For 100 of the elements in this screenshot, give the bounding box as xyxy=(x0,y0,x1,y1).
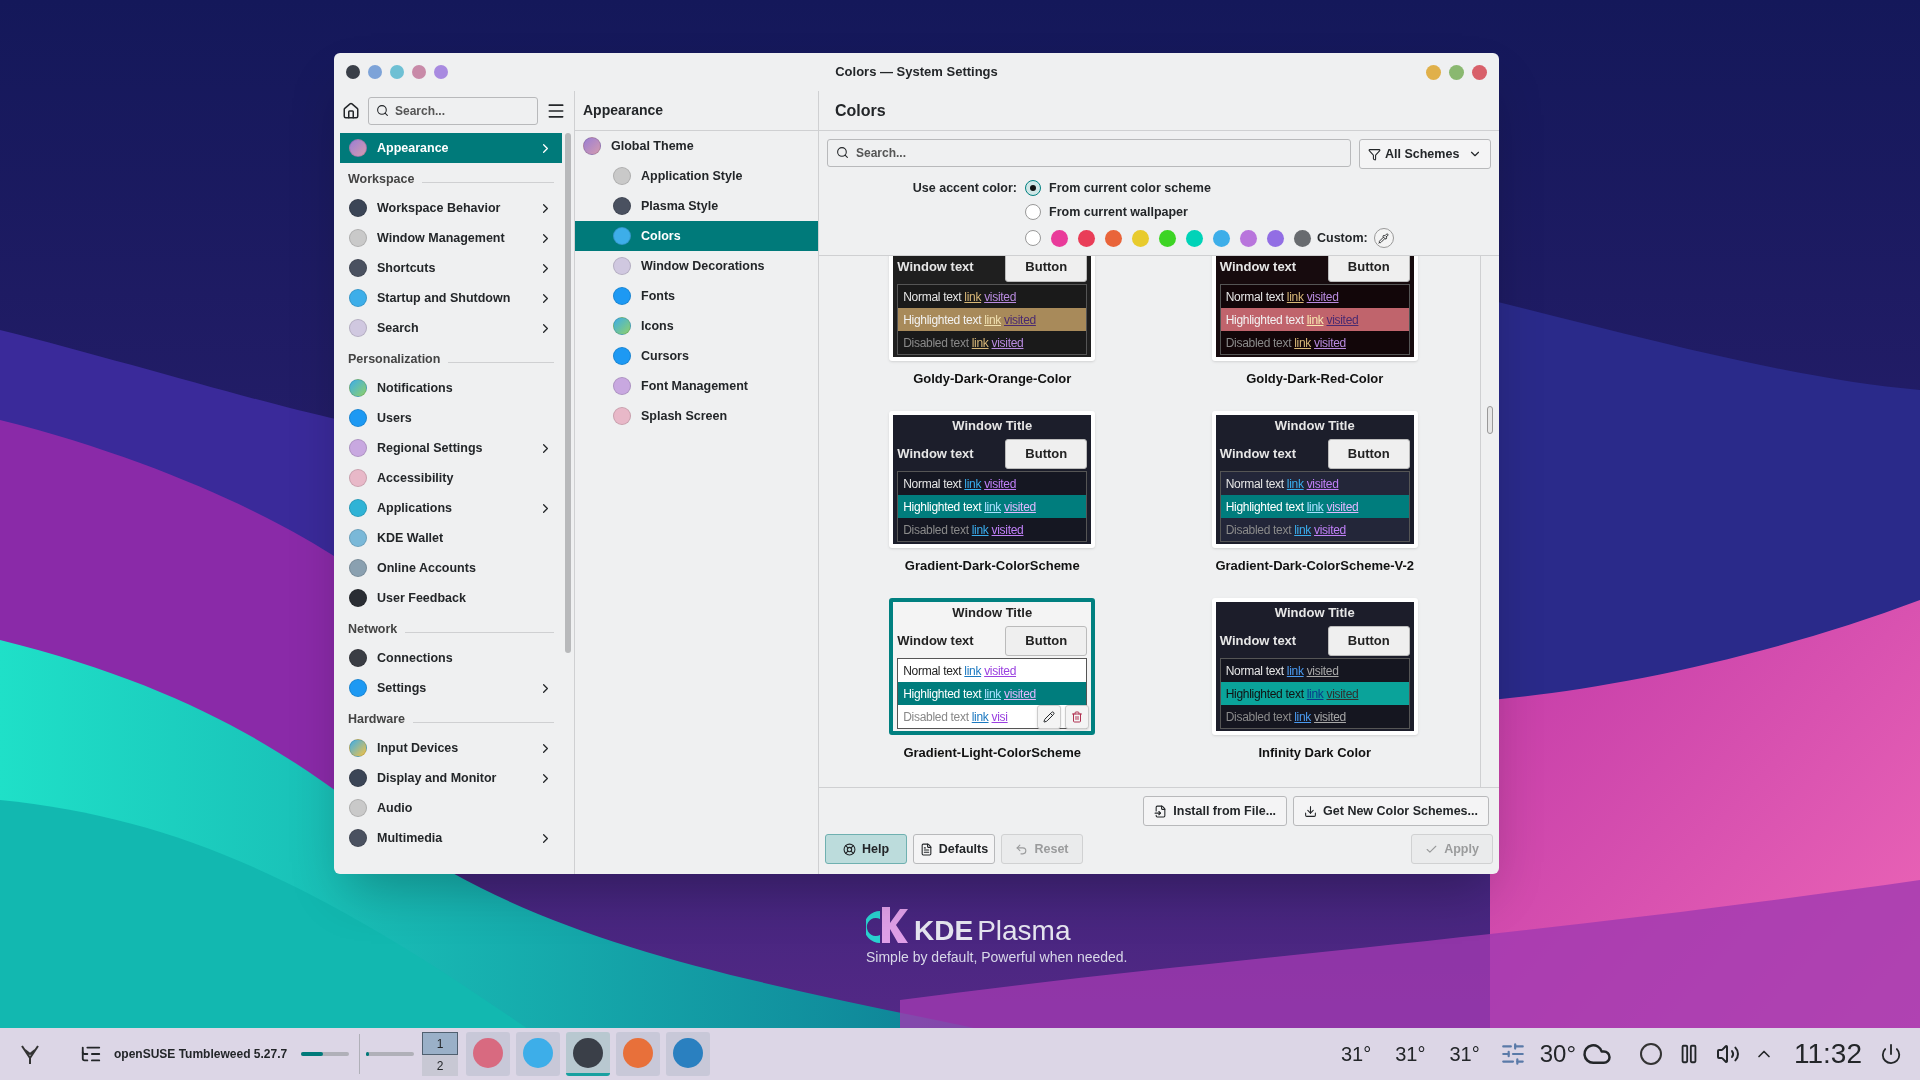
preview-visited-link: visited xyxy=(1314,521,1346,539)
preview-button: Button xyxy=(1327,439,1410,469)
sidebar-item[interactable]: Settings xyxy=(340,673,562,703)
subpanel-item[interactable]: Colors xyxy=(575,221,818,251)
sidebar-item[interactable]: KDE Wallet xyxy=(340,523,562,553)
edit-button[interactable] xyxy=(1037,705,1062,729)
subpanel-item[interactable]: Plasma Style xyxy=(575,191,818,221)
search-field[interactable]: Search... xyxy=(368,97,538,125)
preview-visited-link: visited xyxy=(1326,498,1359,516)
subpanel-item[interactable]: Window Decorations xyxy=(575,251,818,281)
color-picker-button[interactable] xyxy=(1373,228,1394,248)
category-icon xyxy=(349,649,367,667)
sidebar-item[interactable]: Window Management xyxy=(340,223,562,253)
preview-label: Highlighted text xyxy=(1225,498,1304,516)
subpanel-item[interactable]: Font Management xyxy=(575,371,818,401)
power-icon[interactable] xyxy=(1880,1043,1902,1065)
defaults-button[interactable]: Defaults xyxy=(913,834,995,864)
preview-visited-link: visited xyxy=(1004,685,1036,703)
page-title: Colors xyxy=(835,100,886,121)
maximize-button[interactable] xyxy=(1449,64,1464,80)
minimize-button[interactable] xyxy=(1426,64,1441,80)
desktop-pager-cell[interactable]: 1 xyxy=(422,1032,459,1055)
sidebar-item[interactable]: Display and Monitor xyxy=(340,763,562,793)
sidebar-item[interactable]: Audio xyxy=(340,793,562,823)
sidebar-item[interactable]: User Feedback xyxy=(340,583,562,613)
window-title: Colors — System Settings xyxy=(834,63,999,82)
radio-button[interactable] xyxy=(1025,230,1041,246)
sidebar-item[interactable]: Regional Settings xyxy=(340,433,562,463)
color-swatch[interactable] xyxy=(1186,229,1203,247)
color-swatch[interactable] xyxy=(1159,229,1176,247)
sidebar-item[interactable]: Search xyxy=(340,313,562,343)
subpanel-item[interactable]: Application Style xyxy=(575,161,818,191)
search-field[interactable]: Search... xyxy=(827,139,1351,167)
color-swatch[interactable] xyxy=(1294,229,1311,247)
sidebar-item[interactable]: Input Devices xyxy=(340,733,562,763)
sidebar-item[interactable]: Appearance xyxy=(340,133,562,163)
window-title-widget[interactable]: openSUSE Tumbleweed 5.27.7 xyxy=(114,1045,288,1063)
window-button-icon[interactable] xyxy=(346,65,360,79)
subpanel-item[interactable]: Splash Screen xyxy=(575,401,818,431)
preview-visited-link: visited xyxy=(984,475,1017,493)
taskbar-app[interactable] xyxy=(566,1032,611,1076)
preview-link: link xyxy=(984,498,1001,516)
preview-link: link xyxy=(1294,708,1312,726)
subpanel-item[interactable]: Global Theme xyxy=(575,131,818,161)
color-swatch[interactable] xyxy=(1267,229,1284,247)
sidebar-item[interactable]: Shortcuts xyxy=(340,253,562,283)
sidebar-item[interactable]: Connections xyxy=(340,643,562,673)
preview-button: Button xyxy=(1005,626,1088,656)
subpanel-item[interactable]: Fonts xyxy=(575,281,818,311)
category-icon xyxy=(349,469,367,487)
sidebar-item[interactable]: Startup and Shutdown xyxy=(340,283,562,313)
preview-link: link xyxy=(964,475,982,493)
preview-label: Disabled text xyxy=(903,521,969,539)
install-button[interactable]: Install from File... xyxy=(1143,796,1288,826)
radio-button[interactable] xyxy=(1025,204,1041,220)
preview-visited-link: visited xyxy=(991,334,1024,352)
color-swatch[interactable] xyxy=(1078,229,1095,247)
color-swatch[interactable] xyxy=(1240,229,1257,247)
scheme-preview[interactable]: Window Title Window text Button Normal text link visited Highlighted text link visited Disabled text link visited xyxy=(1211,598,1418,735)
category-icon xyxy=(349,319,367,337)
home-icon[interactable] xyxy=(342,102,360,120)
category-icon xyxy=(349,739,367,757)
help-button[interactable]: Help xyxy=(825,834,907,864)
subpanel-item[interactable]: Icons xyxy=(575,311,818,341)
subpanel-item[interactable]: Cursors xyxy=(575,341,818,371)
get-new-button[interactable]: Get New Color Schemes... xyxy=(1293,796,1489,826)
sidebar-item[interactable]: Online Accounts xyxy=(340,553,562,583)
preview-visited-link: visited xyxy=(1306,288,1339,306)
scrollbar-thumb[interactable] xyxy=(565,133,571,653)
color-swatch[interactable] xyxy=(1051,229,1068,247)
sidebar-item[interactable]: Multimedia xyxy=(340,823,562,853)
clock[interactable]: 11:32 xyxy=(1794,1033,1862,1075)
preview-link: link xyxy=(984,685,1001,703)
sidebar-item[interactable]: Notifications xyxy=(340,373,562,403)
scrollbar-thumb[interactable] xyxy=(1487,406,1493,434)
volume-icon[interactable] xyxy=(1716,1042,1740,1066)
delete-button[interactable] xyxy=(1065,705,1090,729)
scheme-preview[interactable]: Window text Button Normal text link visited Highlighted text link visited Disabled text link visited xyxy=(1211,256,1418,361)
preview-visited-link: visited xyxy=(1306,475,1339,493)
desktop-pager-cell[interactable]: 2 xyxy=(422,1055,459,1076)
scheme-preview[interactable]: Window Title Window text Button Normal text link visited Highlighted text link visited Disabled text link visited xyxy=(889,411,1096,548)
category-icon xyxy=(613,347,631,365)
category-icon xyxy=(349,379,367,397)
eyedropper-icon xyxy=(1378,232,1390,244)
close-button[interactable] xyxy=(1472,64,1487,80)
sidebar-item[interactable]: Users xyxy=(340,403,562,433)
color-swatch[interactable] xyxy=(1213,229,1230,247)
sidebar-item[interactable]: Accessibility xyxy=(340,463,562,493)
scheme-preview[interactable]: Window Title Window text Button Normal text link visited Highlighted text link visited Disabled text link visi xyxy=(889,598,1096,735)
category-icon xyxy=(349,289,367,307)
sidebar-item[interactable]: Workspace Behavior xyxy=(340,193,562,223)
scheme-preview[interactable]: Window text Button Normal text link visited Highlighted text link visited Disabled text link visited xyxy=(889,256,1096,361)
color-swatch[interactable] xyxy=(1105,229,1122,247)
radio-button[interactable] xyxy=(1025,180,1041,196)
color-swatch[interactable] xyxy=(1132,229,1149,247)
scheme-preview[interactable]: Window Title Window text Button Normal text link visited Highlighted text link visited Disabled text link visited xyxy=(1211,411,1418,548)
menu-icon[interactable] xyxy=(546,101,566,121)
preview-button: Button xyxy=(1005,439,1088,469)
sidebar-item[interactable]: Applications xyxy=(340,493,562,523)
filter-dropdown[interactable]: All Schemes xyxy=(1359,139,1491,169)
